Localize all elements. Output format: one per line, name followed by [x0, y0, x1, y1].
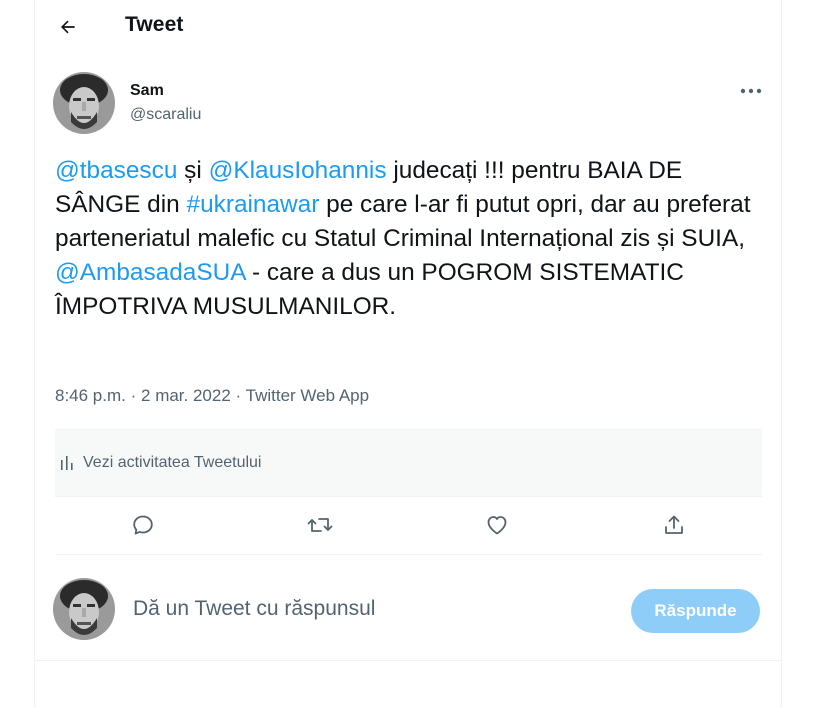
meta-separator: ·	[235, 386, 242, 405]
author-handle[interactable]: @scaraliu	[130, 106, 201, 124]
page-title: Tweet	[125, 13, 184, 36]
meta-separator: ·	[130, 386, 137, 405]
tweet-activity-link[interactable]: Vezi activitatea Tweetului	[55, 430, 762, 496]
retweet-icon	[307, 518, 333, 532]
activity-label: Vezi activitatea Tweetului	[83, 454, 262, 471]
avatar-image	[53, 72, 115, 134]
arrow-left-icon	[61, 20, 75, 34]
tweet-text: @tbasescu și @KlausIohannis judecați !!!…	[55, 154, 767, 324]
tweet-date[interactable]: 2 mar. 2022	[141, 386, 231, 405]
like-button[interactable]	[480, 508, 514, 542]
share-icon	[665, 515, 683, 534]
author-name[interactable]: Sam	[130, 82, 164, 100]
divider	[55, 496, 762, 497]
reply-submit-button[interactable]: Răspunde	[631, 589, 760, 633]
tweet-text-segment: și	[177, 157, 209, 184]
header: Tweet	[35, 0, 781, 54]
tweet-meta: 8:46 p.m. · 2 mar. 2022 · Twitter Web Ap…	[55, 386, 369, 406]
mention-link[interactable]: @AmbasadaSUA	[55, 259, 245, 286]
tweet-column: Tweet Sam @scaraliu @tbasescu și @KlausI…	[34, 0, 782, 708]
hashtag-link[interactable]: #ukrainawar	[187, 191, 320, 218]
tweet-source[interactable]: Twitter Web App	[246, 386, 369, 405]
reply-icon	[133, 515, 153, 535]
user-avatar[interactable]	[53, 578, 115, 640]
more-options-button[interactable]	[735, 78, 767, 104]
reply-button[interactable]	[126, 508, 160, 542]
share-button[interactable]	[657, 508, 691, 542]
avatar-image	[53, 578, 115, 640]
more-icon	[740, 88, 762, 94]
reply-input[interactable]: Dă un Tweet cu răspunsul	[133, 597, 375, 621]
mention-link[interactable]: @tbasescu	[55, 157, 177, 184]
mention-link[interactable]: @KlausIohannis	[209, 157, 387, 184]
divider	[35, 660, 781, 661]
divider	[55, 554, 762, 555]
bar-chart-icon	[61, 456, 73, 470]
back-button[interactable]	[51, 10, 85, 44]
heart-icon	[487, 516, 507, 535]
tweet-time[interactable]: 8:46 p.m.	[55, 386, 126, 405]
retweet-button[interactable]	[303, 508, 337, 542]
author-avatar[interactable]	[53, 72, 115, 134]
